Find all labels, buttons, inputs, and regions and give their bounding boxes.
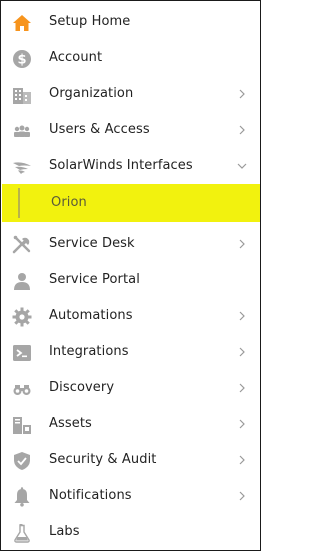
chevron-right-icon	[237, 311, 247, 321]
menu-item-setup-home[interactable]: Setup Home	[2, 4, 260, 40]
chevron-right-icon	[237, 383, 247, 393]
menu-item-label: Security & Audit	[49, 452, 157, 467]
menu-item-label: Notifications	[49, 488, 132, 503]
chevron-right-icon	[237, 89, 247, 99]
users-icon	[11, 120, 32, 141]
menu-item-service-portal[interactable]: Service Portal	[2, 262, 260, 298]
menu-item-account[interactable]: $ Account	[2, 40, 260, 76]
menu-item-label: Automations	[49, 308, 133, 323]
menu-item-label: Assets	[49, 416, 92, 431]
menu-item-label: SolarWinds Interfaces	[49, 158, 193, 173]
dollar-coin-icon: $	[11, 48, 32, 69]
menu-item-integrations[interactable]: Integrations	[2, 334, 260, 370]
person-icon	[11, 270, 32, 291]
shield-icon	[11, 450, 32, 471]
chevron-right-icon	[237, 347, 247, 357]
menu-item-label: Organization	[49, 86, 134, 101]
menu-item-assets[interactable]: Assets	[2, 406, 260, 442]
chevron-right-icon	[237, 239, 247, 249]
terminal-icon	[11, 342, 32, 363]
building-icon	[11, 84, 32, 105]
menu-item-label: Account	[49, 50, 103, 65]
svg-text:$: $	[17, 52, 26, 67]
menu-item-security-audit[interactable]: Security & Audit	[2, 442, 260, 478]
chevron-right-icon	[237, 455, 247, 465]
menu-item-label: Service Portal	[49, 272, 140, 287]
menu-item-label: Setup Home	[49, 14, 131, 29]
menu-item-labs[interactable]: Labs	[2, 514, 260, 550]
menu-item-discovery[interactable]: Discovery	[2, 370, 260, 406]
menu-item-label: Service Desk	[49, 236, 135, 251]
assets-icon	[11, 414, 32, 435]
menu-item-automations[interactable]: Automations	[2, 298, 260, 334]
home-icon	[11, 12, 32, 33]
chevron-right-icon	[237, 125, 247, 135]
chevron-right-icon	[237, 491, 247, 501]
submenu-item-orion[interactable]: Orion	[2, 184, 260, 222]
chevron-down-icon	[237, 161, 247, 171]
menu-item-solarwinds-interfaces[interactable]: SolarWinds Interfaces	[2, 148, 260, 184]
setup-menu: Setup Home $ Account Organization Users …	[2, 4, 260, 550]
menu-item-users-access[interactable]: Users & Access	[2, 112, 260, 148]
menu-item-label: Labs	[49, 524, 80, 539]
submenu-item-label: Orion	[51, 195, 87, 210]
menu-item-label: Integrations	[49, 344, 129, 359]
submenu-indent-bar	[18, 188, 20, 218]
binoculars-icon	[11, 378, 32, 399]
menu-item-service-desk[interactable]: Service Desk	[2, 226, 260, 262]
tools-icon	[11, 234, 32, 255]
solarwinds-icon	[11, 156, 32, 177]
chevron-right-icon	[237, 419, 247, 429]
menu-item-organization[interactable]: Organization	[2, 76, 260, 112]
admin-setup-menu-panel: Setup Home $ Account Organization Users …	[0, 0, 261, 551]
menu-item-label: Users & Access	[49, 122, 150, 137]
gear-icon	[11, 306, 32, 327]
menu-item-notifications[interactable]: Notifications	[2, 478, 260, 514]
menu-item-label: Discovery	[49, 380, 115, 395]
flask-icon	[11, 522, 32, 543]
bell-icon	[11, 486, 32, 507]
